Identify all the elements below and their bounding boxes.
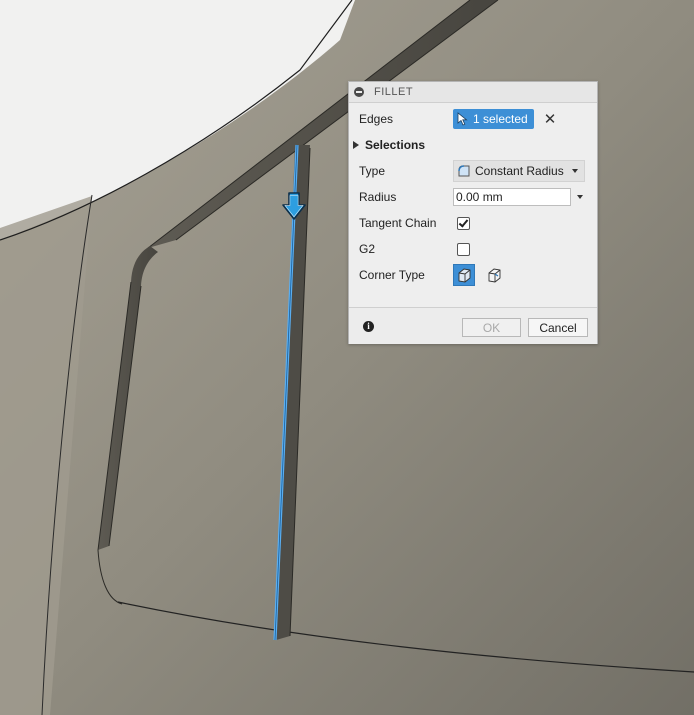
chevron-down-icon <box>572 169 578 173</box>
dialog-footer: i OK Cancel <box>349 307 597 344</box>
selections-row[interactable]: Selections <box>349 134 597 156</box>
edges-label: Edges <box>359 112 394 126</box>
radius-input[interactable] <box>453 188 571 206</box>
g2-checkbox[interactable] <box>457 242 470 256</box>
edges-row: Edges 1 selected ✕ <box>349 108 597 130</box>
corner-setback-button[interactable] <box>483 264 505 286</box>
fillet-type-icon <box>458 165 470 177</box>
selections-label: Selections <box>365 138 426 152</box>
corner-type-label: Corner Type <box>359 268 425 282</box>
dialog-title: FILLET <box>374 86 414 98</box>
corner-rolling-ball-icon <box>458 268 471 283</box>
chevron-down-icon[interactable] <box>577 195 583 199</box>
cancel-button[interactable]: Cancel <box>528 318 588 337</box>
type-value: Constant Radius <box>475 164 564 178</box>
radius-label: Radius <box>359 190 397 204</box>
tangent-chain-label: Tangent Chain <box>359 216 437 230</box>
corner-setback-icon <box>488 268 501 283</box>
dialog-header[interactable]: FILLET <box>349 82 597 103</box>
info-icon[interactable]: i <box>363 321 374 332</box>
corner-type-row: Corner Type <box>349 264 597 286</box>
ok-button[interactable]: OK <box>462 318 521 337</box>
g2-row: G2 <box>349 238 597 260</box>
corner-rolling-ball-button[interactable] <box>453 264 475 286</box>
type-label: Type <box>359 164 386 178</box>
tangent-chain-checkbox[interactable] <box>457 216 470 230</box>
type-row: Type Constant Radius <box>349 160 597 182</box>
tangent-chain-row: Tangent Chain <box>349 212 597 234</box>
expand-triangle-icon[interactable] <box>353 141 359 149</box>
type-dropdown[interactable]: Constant Radius <box>453 160 585 182</box>
g2-label: G2 <box>359 242 376 256</box>
radius-row: Radius <box>349 186 597 208</box>
collapse-icon[interactable] <box>354 87 364 97</box>
close-icon[interactable]: ✕ <box>544 112 557 127</box>
cursor-arrow-icon <box>457 112 468 126</box>
fillet-dialog[interactable]: FILLET Edges 1 selected ✕ Selections Typ… <box>348 81 598 344</box>
edges-selected-count: 1 selected <box>473 112 528 126</box>
edges-selection-button[interactable]: 1 selected <box>453 109 534 129</box>
